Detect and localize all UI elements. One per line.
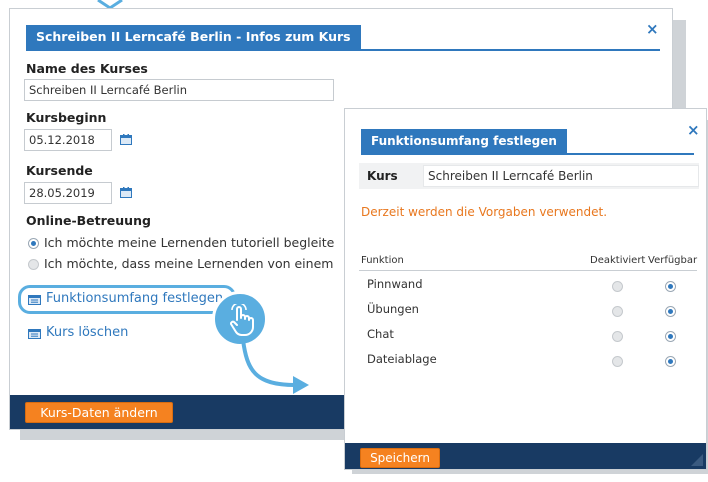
chat-available-radio[interactable] — [665, 331, 676, 342]
start-date-field[interactable]: 05.12.2018 — [24, 129, 112, 151]
function-scope-dialog: Funktionsumfang festlegen × Kurs Schreib… — [344, 108, 707, 470]
delete-course-link[interactable]: Kurs löschen — [46, 325, 128, 340]
course-name-label: Name des Kurses — [26, 61, 148, 76]
function-scope-link[interactable]: Funktionsumfang festlegen — [46, 291, 223, 306]
dateiablage-available-radio[interactable] — [665, 356, 676, 367]
chat-deactivated-radio[interactable] — [612, 331, 623, 342]
column-available: Verfügbar — [648, 255, 698, 266]
course-name-field[interactable]: Schreiben II Lerncafé Berlin — [24, 79, 334, 101]
resize-grip-icon[interactable] — [691, 454, 703, 466]
table-row-label: Pinnwand — [367, 277, 423, 291]
list-icon — [28, 329, 41, 339]
option-tutorial-radio[interactable] — [28, 238, 39, 249]
uebungen-available-radio[interactable] — [665, 306, 676, 317]
table-row-label: Dateiablage — [367, 352, 437, 366]
start-date-label: Kursbeginn — [26, 110, 107, 125]
defaults-notice: Derzeit werden die Vorgaben verwendet. — [361, 205, 608, 219]
save-button[interactable]: Speichern — [360, 448, 440, 468]
close-icon[interactable]: × — [646, 22, 659, 37]
online-support-label: Online-Betreuung — [26, 213, 151, 228]
table-row-label: Übungen — [367, 302, 419, 316]
list-icon — [28, 295, 41, 305]
end-date-field[interactable]: 28.05.2019 — [24, 182, 112, 204]
column-deactivated: Deaktiviert — [590, 255, 646, 266]
uebungen-deactivated-radio[interactable] — [612, 306, 623, 317]
table-row-label: Chat — [367, 327, 394, 341]
calendar-icon[interactable] — [120, 187, 132, 198]
connector-arrow — [241, 340, 309, 394]
option-other-label: Ich möchte, dass meine Lernenden von ein… — [44, 256, 334, 271]
end-date-label: Kursende — [26, 163, 93, 178]
pinnwand-deactivated-radio[interactable] — [612, 281, 623, 292]
title-underline — [361, 153, 694, 155]
pinnwand-available-radio[interactable] — [665, 281, 676, 292]
calendar-icon[interactable] — [120, 134, 132, 145]
change-course-data-button[interactable]: Kurs-Daten ändern — [25, 402, 173, 423]
course-value: Schreiben II Lerncafé Berlin — [423, 165, 699, 187]
table-header-divider — [359, 270, 697, 271]
option-tutorial-label: Ich möchte meine Lernenden tutoriell beg… — [44, 235, 335, 250]
course-label: Kurs — [367, 169, 398, 183]
dialog-title: Schreiben II Lerncafé Berlin - Infos zum… — [26, 25, 361, 49]
title-underline — [26, 49, 660, 51]
close-icon[interactable]: × — [687, 123, 700, 138]
dialog-title: Funktionsumfang festlegen — [361, 129, 567, 153]
hand-pointer-badge — [212, 291, 268, 347]
column-function: Funktion — [361, 255, 404, 266]
option-other-radio[interactable] — [28, 259, 39, 270]
hand-pointer-icon — [230, 304, 254, 336]
dateiablage-deactivated-radio[interactable] — [612, 356, 623, 367]
